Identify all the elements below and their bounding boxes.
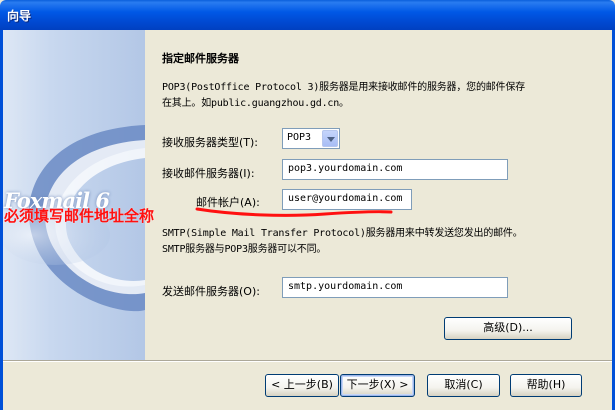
- server-type-select[interactable]: POP3: [282, 128, 340, 149]
- wizard-content: 指定邮件服务器 POP3(PostOffice Protocol 3)服务器是用…: [145, 30, 615, 360]
- smtp-description-line1: SMTP(Simple Mail Transfer Protocol)服务器用来…: [162, 228, 523, 239]
- help-button[interactable]: 帮助(H): [510, 374, 582, 397]
- outgoing-server-hotkey: (O):: [239, 285, 260, 298]
- page-title: 指定邮件服务器: [162, 52, 239, 65]
- back-button[interactable]: < 上一步(B): [265, 374, 339, 397]
- advanced-button[interactable]: 高级(D)...: [444, 317, 572, 340]
- incoming-server-label: 接收邮件服务器(I):: [162, 165, 255, 181]
- outgoing-server-label-text: 发送邮件服务器: [162, 285, 239, 298]
- pop3-description-line1: POP3(PostOffice Protocol 3)服务器是用来接收邮件的服务…: [162, 82, 525, 93]
- next-button[interactable]: 下一步(X) >: [340, 374, 415, 397]
- cancel-button[interactable]: 取消(C): [427, 374, 500, 397]
- title-bar: 向导: [0, 0, 615, 30]
- wizard-window: 向导 Foxmail 6 指定邮件服务器 POP3(PostOffice Pro…: [0, 0, 615, 410]
- pop3-description: POP3(PostOffice Protocol 3)服务器是用来接收邮件的服务…: [162, 80, 607, 112]
- server-type-label: 接收服务器类型(T):: [162, 134, 258, 150]
- wizard-banner: Foxmail 6: [0, 30, 145, 360]
- annotation-underline: [195, 207, 393, 217]
- incoming-server-input[interactable]: pop3.yourdomain.com: [282, 159, 508, 180]
- smtp-description: SMTP(Simple Mail Transfer Protocol)服务器用来…: [162, 226, 607, 258]
- annotation-note: 必须填写邮件地址全称: [4, 207, 155, 225]
- outgoing-server-label: 发送邮件服务器(O):: [162, 283, 260, 299]
- chevron-down-icon[interactable]: [322, 130, 338, 147]
- window-border-left: [0, 30, 3, 410]
- server-type-value: POP3: [287, 132, 312, 143]
- smtp-description-line2: SMTP服务器与POP3服务器可以不同。: [162, 244, 327, 255]
- incoming-server-label-text: 接收邮件服务器: [162, 167, 239, 180]
- outgoing-server-input[interactable]: smtp.yourdomain.com: [282, 277, 508, 298]
- footer-separator: [0, 360, 615, 362]
- server-type-hotkey: (T):: [239, 136, 259, 149]
- incoming-server-hotkey: (I):: [239, 167, 255, 180]
- window-title: 向导: [7, 9, 32, 23]
- pop3-description-line2: 在其上。如public.guangzhou.gd.cn。: [162, 98, 349, 109]
- server-type-label-text: 接收服务器类型: [162, 136, 239, 149]
